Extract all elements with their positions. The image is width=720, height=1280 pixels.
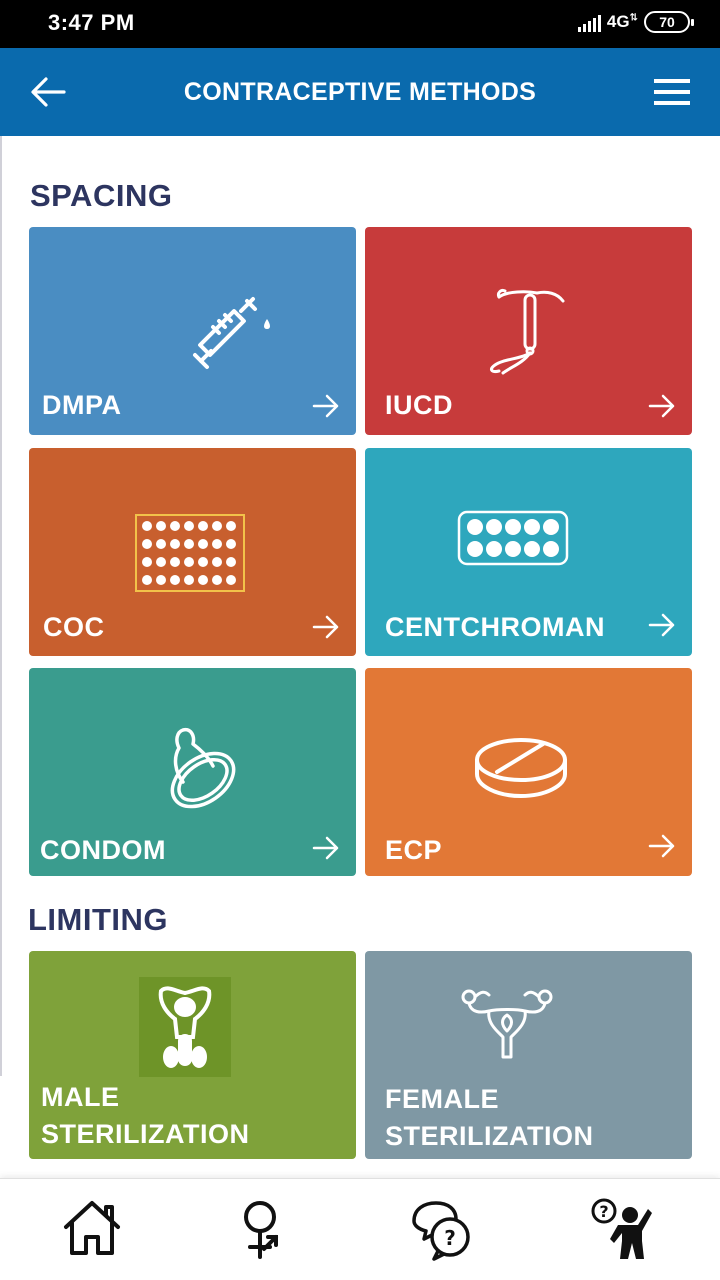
network-label: 4G xyxy=(606,12,630,31)
male-reproductive-icon xyxy=(139,977,231,1077)
signal-icon xyxy=(577,12,601,32)
tile-label: ECP xyxy=(385,835,443,865)
bottom-navigation: ? ? xyxy=(0,1178,720,1280)
arrow-right-icon xyxy=(648,394,675,418)
arrow-right-icon xyxy=(648,613,675,637)
tile-label: CENTCHROMAN xyxy=(385,612,605,642)
iucd-icon xyxy=(490,289,565,375)
tile-centchroman[interactable]: CENTCHROMAN xyxy=(365,448,692,656)
section-title-limiting: LIMITING xyxy=(28,902,169,937)
tablet-icon xyxy=(475,738,567,798)
tile-label: DMPA xyxy=(42,390,122,420)
status-time: 3:47 PM xyxy=(48,10,135,35)
battery-icon: 70 xyxy=(644,11,694,33)
svg-text:?: ? xyxy=(444,1226,456,1250)
tile-label: CONDOM xyxy=(40,835,166,865)
tile-male-sterilization[interactable]: MALE STERILIZATION xyxy=(29,951,356,1159)
hamburger-menu-icon[interactable] xyxy=(652,74,692,110)
tile-condom[interactable]: CONDOM xyxy=(29,668,356,876)
tile-dmpa[interactable]: DMPA xyxy=(29,227,356,435)
help-person-icon[interactable]: ? xyxy=(590,1197,654,1261)
status-indicators: 4G⇅ 70 xyxy=(577,11,694,33)
battery-level: 70 xyxy=(659,14,675,30)
arrow-right-icon xyxy=(312,394,339,418)
syringe-icon xyxy=(193,297,270,369)
home-icon[interactable] xyxy=(60,1197,124,1261)
uterus-icon xyxy=(461,989,553,1059)
tile-iucd[interactable]: IUCD xyxy=(365,227,692,435)
tile-label-line1: FEMALE xyxy=(385,1084,499,1114)
male-reproductive-graphic xyxy=(158,986,212,1068)
tile-label: COC xyxy=(43,612,105,642)
tile-label: IUCD xyxy=(385,390,453,420)
app-bar: CONTRACEPTIVE METHODS xyxy=(0,48,720,136)
tile-coc[interactable]: COC xyxy=(29,448,356,656)
arrow-right-icon xyxy=(648,834,675,858)
pill-strip-icon xyxy=(457,510,569,566)
network-type: 4G⇅ xyxy=(607,12,638,32)
arrow-right-icon xyxy=(312,615,339,639)
tile-ecp[interactable]: ECP xyxy=(365,668,692,876)
svg-text:?: ? xyxy=(599,1202,608,1221)
gender-icon[interactable] xyxy=(230,1197,294,1261)
page-title: CONTRACEPTIVE METHODS xyxy=(183,78,537,106)
network-arrows-icon: ⇅ xyxy=(629,12,638,24)
tile-label-line2: STERILIZATION xyxy=(41,1119,250,1149)
tile-label-line2: STERILIZATION xyxy=(385,1121,594,1151)
left-divider xyxy=(0,136,2,1076)
tile-female-sterilization[interactable]: FEMALE STERILIZATION xyxy=(365,951,692,1159)
section-title-spacing: SPACING xyxy=(30,178,173,213)
pill-pack-icon xyxy=(135,514,245,592)
condom-icon xyxy=(170,727,236,809)
tile-label-line1: MALE xyxy=(41,1082,120,1112)
status-bar: 3:47 PM 4G⇅ 70 xyxy=(0,0,720,48)
back-arrow-icon[interactable] xyxy=(28,72,68,112)
faq-chat-icon[interactable]: ? xyxy=(408,1197,472,1261)
arrow-right-icon xyxy=(312,836,339,860)
